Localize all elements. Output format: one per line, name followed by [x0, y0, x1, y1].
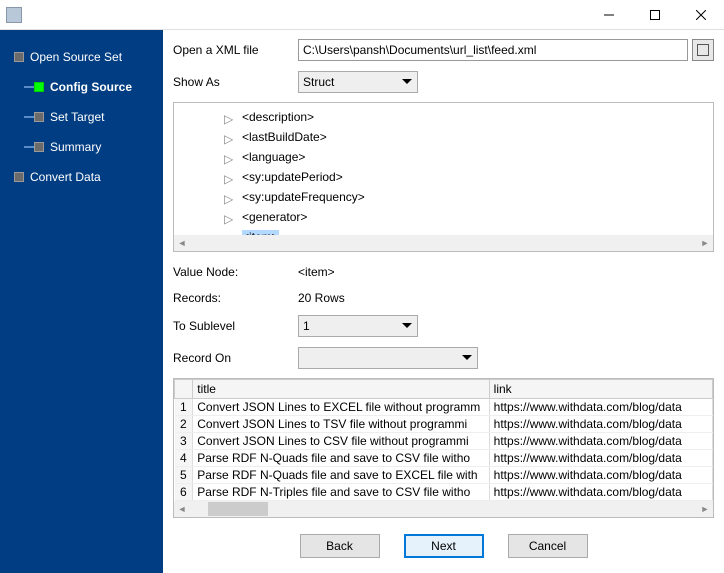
step-marker-icon	[34, 82, 44, 92]
expand-icon[interactable]: ▷	[224, 132, 234, 142]
xml-tree-node[interactable]: ▷ <generator>	[174, 207, 713, 227]
cell-link: https://www.withdata.com/blog/data	[489, 467, 712, 484]
records-value: 20 Rows	[298, 291, 345, 305]
row-number: 2	[175, 416, 193, 433]
maximize-button[interactable]	[632, 0, 678, 30]
sidebar-item-summary[interactable]: Summary	[0, 132, 163, 162]
table-header-link[interactable]: link	[489, 380, 712, 399]
xml-node-label: <lastBuildDate>	[242, 130, 327, 144]
expand-icon[interactable]: ▷	[224, 112, 234, 122]
sidebar: Open Source Set Config Source Set Target…	[0, 30, 163, 573]
sidebar-item-open-source-set[interactable]: Open Source Set	[0, 42, 163, 72]
step-marker-icon	[34, 142, 44, 152]
table-row[interactable]: 1Convert JSON Lines to EXCEL file withou…	[175, 399, 713, 416]
browse-button[interactable]	[692, 39, 714, 61]
next-button[interactable]: Next	[404, 534, 484, 558]
app-icon	[6, 7, 22, 23]
records-label: Records:	[173, 291, 298, 305]
cell-link: https://www.withdata.com/blog/data	[489, 416, 712, 433]
table-row[interactable]: 2Convert JSON Lines to TSV file without …	[175, 416, 713, 433]
step-marker-icon	[14, 52, 24, 62]
show-as-label: Show As	[173, 75, 298, 89]
cell-title: Convert JSON Lines to CSV file without p…	[193, 433, 489, 450]
sidebar-item-config-source[interactable]: Config Source	[0, 72, 163, 102]
row-number: 4	[175, 450, 193, 467]
expand-icon[interactable]: ▷	[224, 152, 234, 162]
xml-tree-node[interactable]: ▷ <lastBuildDate>	[174, 127, 713, 147]
record-on-select[interactable]	[298, 347, 478, 369]
sidebar-label: Summary	[50, 140, 101, 154]
cell-title: Parse RDF N-Quads file and save to CSV f…	[193, 450, 489, 467]
step-marker-icon	[34, 112, 44, 122]
records-table[interactable]: title link 1Convert JSON Lines to EXCEL …	[173, 378, 714, 518]
sublevel-label: To Sublevel	[173, 319, 298, 333]
xml-tree-node[interactable]: ▷ <sy:updateFrequency>	[174, 187, 713, 207]
row-number: 5	[175, 467, 193, 484]
table-row[interactable]: 3Convert JSON Lines to CSV file without …	[175, 433, 713, 450]
content-panel: Open a XML file Show As Struct ▷ <descrip…	[163, 30, 724, 573]
table-row[interactable]: 6Parse RDF N-Triples file and save to CS…	[175, 484, 713, 501]
table-row[interactable]: 4Parse RDF N-Quads file and save to CSV …	[175, 450, 713, 467]
expand-icon[interactable]: ▷	[224, 212, 234, 222]
scroll-left-icon[interactable]: ◄	[174, 501, 190, 517]
back-button[interactable]: Back	[300, 534, 380, 558]
table-horizontal-scrollbar[interactable]: ◄ ►	[174, 501, 713, 517]
xml-node-label: <sy:updateFrequency>	[242, 190, 365, 204]
xml-tree-node[interactable]: ▷ <description>	[174, 107, 713, 127]
sidebar-label: Set Target	[50, 110, 104, 124]
sidebar-label: Convert Data	[30, 170, 101, 184]
row-number: 6	[175, 484, 193, 501]
titlebar	[0, 0, 724, 30]
table-header-rownum[interactable]	[175, 380, 193, 399]
cell-title: Parse RDF N-Quads file and save to EXCEL…	[193, 467, 489, 484]
record-on-label: Record On	[173, 351, 298, 365]
row-number: 1	[175, 399, 193, 416]
xml-node-label: <description>	[242, 110, 314, 124]
cancel-button[interactable]: Cancel	[508, 534, 588, 558]
xml-node-label: <generator>	[242, 210, 307, 224]
sidebar-label: Open Source Set	[30, 50, 122, 64]
sublevel-select[interactable]: 1	[298, 315, 418, 337]
browse-icon	[697, 44, 709, 56]
close-button[interactable]	[678, 0, 724, 30]
show-as-select[interactable]: Struct	[298, 71, 418, 93]
open-file-label: Open a XML file	[173, 43, 298, 57]
cell-title: Convert JSON Lines to EXCEL file without…	[193, 399, 489, 416]
xml-tree-node[interactable]: ▷ <language>	[174, 147, 713, 167]
cell-link: https://www.withdata.com/blog/data	[489, 484, 712, 501]
value-node-value: <item>	[298, 265, 335, 279]
table-header-title[interactable]: title	[193, 380, 489, 399]
table-row[interactable]: 5Parse RDF N-Quads file and save to EXCE…	[175, 467, 713, 484]
xml-node-label: <sy:updatePeriod>	[242, 170, 343, 184]
cell-title: Parse RDF N-Triples file and save to CSV…	[193, 484, 489, 501]
step-marker-icon	[14, 172, 24, 182]
sidebar-label: Config Source	[50, 80, 132, 94]
value-node-label: Value Node:	[173, 265, 298, 279]
cell-link: https://www.withdata.com/blog/data	[489, 399, 712, 416]
horizontal-scrollbar[interactable]: ◄ ►	[174, 235, 713, 251]
row-number: 3	[175, 433, 193, 450]
xml-tree-view[interactable]: ▷ <description> ▷ <lastBuildDate> ▷ <language…	[173, 102, 714, 252]
scroll-left-icon[interactable]: ◄	[174, 235, 190, 251]
cell-link: https://www.withdata.com/blog/data	[489, 450, 712, 467]
xml-tree-node[interactable]: ▷ <sy:updatePeriod>	[174, 167, 713, 187]
expand-icon[interactable]: ▷	[224, 172, 234, 182]
sidebar-item-convert-data[interactable]: Convert Data	[0, 162, 163, 192]
expand-icon[interactable]: ▷	[224, 192, 234, 202]
scroll-right-icon[interactable]: ►	[697, 501, 713, 517]
scroll-right-icon[interactable]: ►	[697, 235, 713, 251]
minimize-button[interactable]	[586, 0, 632, 30]
file-path-input[interactable]	[298, 39, 688, 61]
scroll-thumb[interactable]	[208, 502, 268, 516]
cell-link: https://www.withdata.com/blog/data	[489, 433, 712, 450]
xml-node-label: <language>	[242, 150, 305, 164]
sidebar-item-set-target[interactable]: Set Target	[0, 102, 163, 132]
cell-title: Convert JSON Lines to TSV file without p…	[193, 416, 489, 433]
